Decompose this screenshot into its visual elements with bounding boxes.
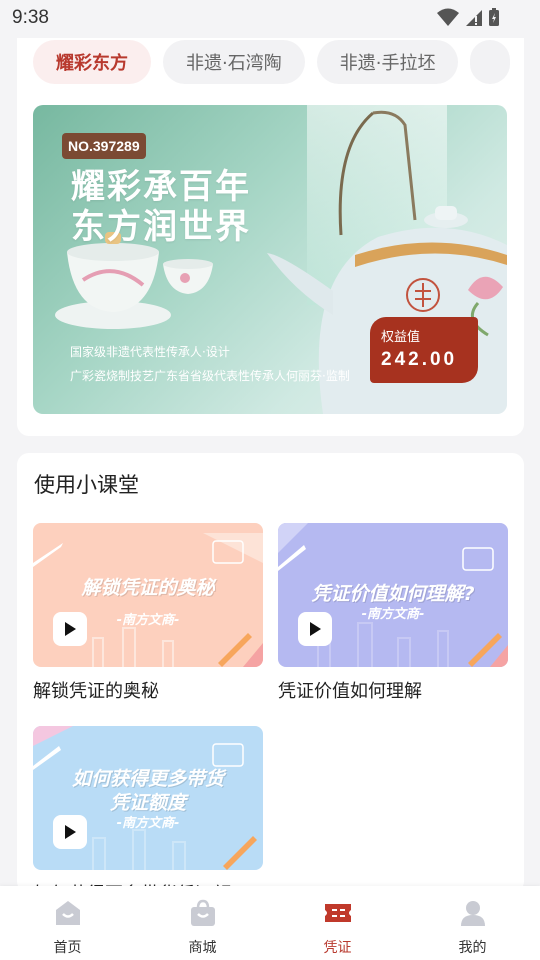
signal-icon — [466, 10, 482, 26]
banner-designer-text: 国家级非遗代表性传承人·设计 — [70, 345, 230, 359]
lesson-video-card[interactable]: 凭证价值如何理解? -南方文商- 凭证价值如何理解 — [278, 523, 508, 702]
banner-title: 耀彩承百年 东方润世界 — [71, 167, 251, 247]
section-title: 使用小课堂 — [34, 473, 139, 497]
home-icon — [55, 901, 80, 925]
battery-icon — [489, 8, 499, 26]
thumbnail-title: 解锁凭证的奥秘 — [81, 577, 215, 599]
category-tab-shoula[interactable]: 非遗·手拉坯 — [316, 40, 459, 84]
category-tabs: 耀彩东方 非遗·石湾陶 非遗·手拉坯 — [33, 40, 511, 86]
status-bar: 9:38 — [0, 0, 540, 38]
video-thumbnail: 解锁凭证的奥秘 -南方文商- — [33, 523, 263, 667]
tab-label: 首页 — [53, 940, 82, 956]
bottom-tab-bar: 首页 商城 凭证 我的 — [0, 886, 540, 960]
tab-voucher[interactable]: 凭证 — [270, 886, 405, 960]
category-tab-yaocai[interactable]: 耀彩东方 — [33, 40, 151, 84]
thumbnail-title: 凭证价值如何理解? — [311, 583, 475, 605]
video-thumbnail: 如何获得更多带货 凭证额度 -南方文商- — [33, 726, 263, 870]
video-title: 凭证价值如何理解 — [278, 681, 422, 702]
serial-badge: NO.397289 — [62, 133, 146, 159]
tab-label: 商城 — [188, 940, 217, 956]
video-thumbnail: 凭证价值如何理解? -南方文商- — [278, 523, 508, 667]
status-time: 9:38 — [12, 7, 49, 28]
play-button[interactable] — [298, 612, 332, 646]
banner-title-line: 东方润世界 — [71, 207, 251, 247]
ticket-icon — [324, 904, 351, 922]
equity-value-box: 权益值 242.00 — [370, 317, 478, 383]
play-button[interactable] — [53, 612, 87, 646]
play-icon — [65, 825, 76, 839]
wifi-icon — [437, 8, 459, 26]
lessons-section: 使用小课堂 解锁凭证的奥秘 -南方文商- 解锁凭证的奥秘 凭证价值如何理解? -… — [17, 453, 524, 893]
banner-title-line: 耀彩承百年 — [71, 167, 251, 207]
collection-card: 耀彩东方 非遗·石湾陶 非遗·手拉坯 NO.397289 耀彩承百年 东方润世界… — [17, 38, 524, 436]
thumbnail-title: 凭证额度 — [109, 792, 186, 814]
thumbnail-title: 如何获得更多带货 — [71, 768, 224, 790]
category-tab-label: 耀彩东方 — [56, 53, 128, 74]
tab-label: 凭证 — [323, 940, 352, 956]
tab-profile[interactable]: 我的 — [405, 886, 540, 960]
status-icons — [436, 7, 500, 27]
lesson-video-card[interactable]: 解锁凭证的奥秘 -南方文商- 解锁凭证的奥秘 — [33, 523, 263, 702]
category-tab-label: 非遗·石湾陶 — [186, 53, 282, 74]
tab-label: 我的 — [458, 940, 487, 956]
play-icon — [310, 622, 321, 636]
equity-value: 242.00 — [381, 349, 458, 370]
category-tab-more[interactable] — [470, 40, 511, 84]
video-title: 解锁凭证的奥秘 — [33, 681, 159, 702]
nft-banner[interactable]: NO.397289 耀彩承百年 东方润世界 国家级非遗代表性传承人·设计 广彩瓷… — [33, 105, 507, 414]
user-icon — [460, 901, 485, 926]
tab-home[interactable]: 首页 — [0, 886, 135, 960]
play-icon — [65, 622, 76, 636]
lesson-video-card[interactable]: 如何获得更多带货 凭证额度 -南方文商- 如何获得更多带货凭证额 — [33, 726, 263, 893]
shopping-bag-icon — [190, 899, 215, 926]
equity-value-label: 权益值 — [381, 330, 421, 345]
category-tab-shiwan[interactable]: 非遗·石湾陶 — [163, 40, 305, 84]
tab-mall[interactable]: 商城 — [135, 886, 270, 960]
banner-supervisor-text: 广彩瓷烧制技艺广东省省级代表性传承人何丽芬·监制 — [70, 369, 350, 383]
play-button[interactable] — [53, 815, 87, 849]
category-tab-label: 非遗·手拉坯 — [339, 53, 436, 74]
